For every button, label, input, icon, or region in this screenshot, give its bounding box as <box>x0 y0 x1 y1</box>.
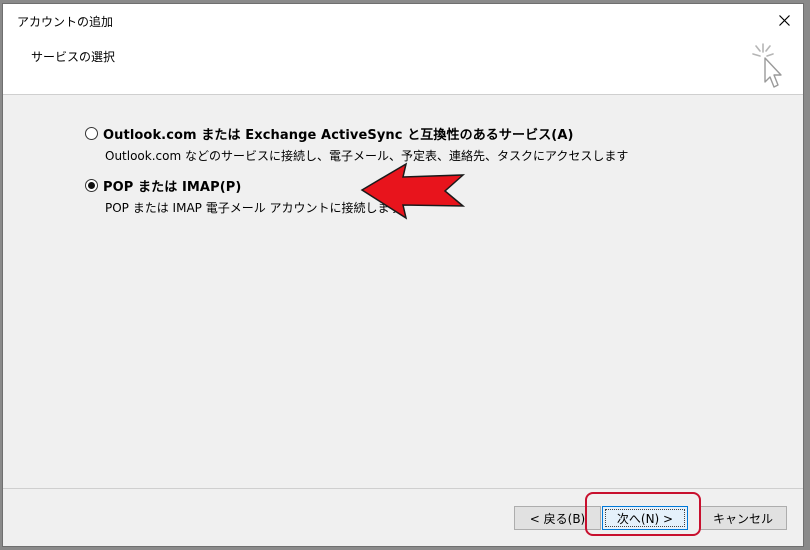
service-options: Outlook.com または Exchange ActiveSync と互換性… <box>3 95 803 487</box>
cancel-button[interactable]: キャンセル <box>699 506 787 530</box>
title-bar: アカウントの追加 <box>3 4 803 36</box>
close-icon <box>778 14 790 26</box>
window-title: アカウントの追加 <box>17 15 114 29</box>
radio-outlook-exchange[interactable] <box>85 127 98 140</box>
wizard-cursor-icon <box>752 43 782 88</box>
option-description: POP または IMAP 電子メール アカウントに接続します <box>105 201 402 215</box>
page-title: サービスの選択 <box>31 50 116 64</box>
add-account-dialog: アカウントの追加 サービスの選択 Outlook.com または Exchang… <box>2 3 804 547</box>
next-button-highlight-annotation <box>585 492 701 536</box>
red-arrow-annotation <box>360 162 466 220</box>
close-button[interactable] <box>771 8 797 32</box>
option-label[interactable]: POP または IMAP(P) <box>103 176 241 195</box>
option-label[interactable]: Outlook.com または Exchange ActiveSync と互換性… <box>103 124 574 143</box>
radio-pop-imap[interactable] <box>85 179 98 192</box>
wizard-header: サービスの選択 <box>3 36 803 95</box>
